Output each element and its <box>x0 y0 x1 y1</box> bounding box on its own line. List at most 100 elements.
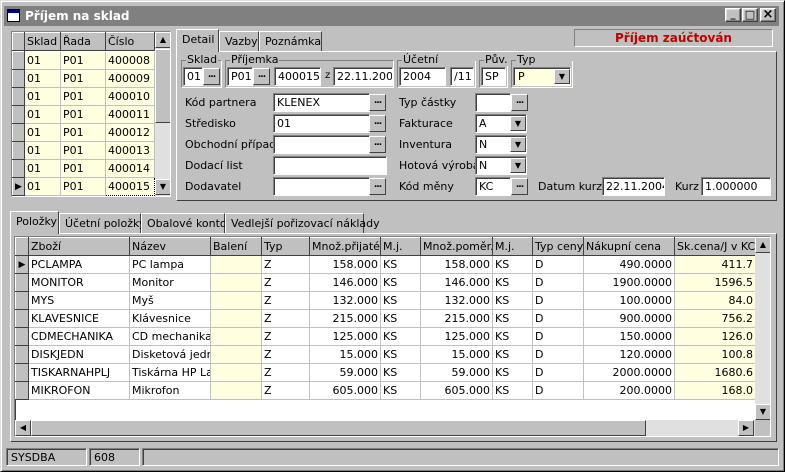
tab-ucetni-polozky-label: Účetní položky <box>65 217 146 230</box>
document-list-scrollbar[interactable]: ▲ ▼ <box>155 32 170 196</box>
stredisko-lookup-button[interactable]: ... <box>369 115 386 132</box>
row-indicator[interactable] <box>12 87 25 106</box>
col-header[interactable]: Typ ceny <box>532 237 584 256</box>
tab-detail[interactable]: Detail <box>176 29 219 52</box>
scroll-up-button[interactable]: ▲ <box>155 32 170 48</box>
row-indicator[interactable] <box>15 363 29 382</box>
col-header-sklad[interactable]: Sklad <box>24 32 61 51</box>
row-indicator[interactable] <box>12 105 25 124</box>
col-header-rada[interactable]: Řada <box>60 32 106 51</box>
list-item[interactable]: 01 P01 400008 <box>12 51 155 70</box>
inventura-dropdown-button[interactable]: ▼ <box>510 137 526 152</box>
datum-kurzu-field[interactable]: 22.11.2004 <box>602 177 665 196</box>
col-header[interactable]: Množ.poměr. <box>420 237 493 256</box>
obchodni-pripad-lookup-button[interactable]: ... <box>369 136 386 153</box>
stredisko-field[interactable]: 01 <box>273 114 370 133</box>
sklad-field[interactable]: 01 <box>183 67 203 86</box>
list-item[interactable]: 01 P01 400011 <box>12 105 155 124</box>
tab-poznamka[interactable]: Poznámka <box>259 31 322 52</box>
obchodni-pripad-field[interactable] <box>273 135 370 154</box>
sklad-lookup-button[interactable]: ... <box>203 68 220 85</box>
items-hscrollbar[interactable]: ◀ ▶ <box>15 420 755 436</box>
fakturace-dropdown-button[interactable]: ▼ <box>510 116 526 131</box>
kod-meny-lookup-button[interactable]: ... <box>511 178 528 195</box>
col-header[interactable]: Množ.přijaté <box>309 237 381 256</box>
close-button[interactable]: × <box>760 8 776 22</box>
row-indicator[interactable] <box>12 51 25 70</box>
row-indicator[interactable] <box>12 69 25 88</box>
table-row[interactable]: MONITOR Monitor Z 146.000 KS 146.000 KS D 1900.0… <box>15 273 756 292</box>
hotova-vyroba-dropdown-button[interactable]: ▼ <box>510 158 526 173</box>
list-item[interactable]: ▶ 01 P01 400015 <box>12 177 155 196</box>
tab-polozky[interactable]: Položky <box>10 211 59 234</box>
col-header-cislo[interactable]: Číslo <box>105 32 155 51</box>
typ-pohybu-dropdown-button[interactable]: ▼ <box>554 69 570 84</box>
table-row[interactable]: DISKJEDNDisketová jednoZ15.000KS15.000KS… <box>15 345 756 364</box>
tab-vedlejsi-naklady[interactable]: Vedlejší pořizovací náklady <box>225 213 380 234</box>
kod-partnera-lookup-button[interactable]: ... <box>369 94 386 111</box>
kurz-field[interactable]: 1.000000 <box>701 177 771 196</box>
scroll-down-button[interactable]: ▼ <box>155 179 170 195</box>
table-cell: KS <box>380 291 421 310</box>
list-item[interactable]: 01 P01 400009 <box>12 69 155 88</box>
list-item[interactable]: 01 P01 400012 <box>12 123 155 142</box>
col-header[interactable]: Nákupní cena <box>583 237 675 256</box>
prijemka-rada-lookup-button[interactable]: ... <box>253 68 270 85</box>
items-vscrollbar[interactable]: ▲ ▼ <box>755 237 770 420</box>
tab-obalove-konto[interactable]: Obalové konto <box>141 213 227 234</box>
row-indicator[interactable] <box>15 273 29 292</box>
row-indicator[interactable] <box>15 309 29 328</box>
dodavatel-lookup-button[interactable]: ... <box>369 178 386 195</box>
row-indicator[interactable] <box>15 327 29 346</box>
row-indicator[interactable] <box>15 291 29 310</box>
document-list[interactable]: Sklad Řada Číslo 01 P01 400008 01 P01 400009 01 P… <box>11 31 171 197</box>
table-row[interactable]: KLAVESNICE Klávesnice Z 215.000 KS 215.000 KS D… <box>15 309 756 328</box>
row-indicator[interactable]: ▶ <box>15 255 29 274</box>
dodavatel-field[interactable] <box>273 177 370 196</box>
prijemka-rada-field[interactable]: P01 <box>227 67 253 86</box>
scroll-thumb[interactable] <box>155 49 170 123</box>
kod-meny-field[interactable]: KC <box>475 177 511 196</box>
table-cell: 132.000 <box>309 291 381 310</box>
col-header[interactable]: Typ <box>261 237 310 256</box>
items-scroll-left-button[interactable]: ◀ <box>15 420 31 436</box>
row-indicator[interactable] <box>15 345 29 364</box>
dodaci-list-field[interactable] <box>273 156 387 175</box>
col-header[interactable]: Sk.cena/J v KC <box>674 237 756 256</box>
list-item[interactable]: 01 P01 400010 <box>12 87 155 106</box>
items-scroll-down-button[interactable]: ▼ <box>755 404 770 420</box>
col-header[interactable]: M.j. <box>380 237 421 256</box>
tab-ucetni-polozky[interactable]: Účetní položky <box>59 213 145 234</box>
title-bar[interactable]: Příjem na sklad _ □ × <box>4 6 779 26</box>
typ-castky-lookup-button[interactable]: ... <box>511 94 528 111</box>
row-indicator[interactable] <box>15 381 29 400</box>
table-row[interactable]: MYS Myš Z 132.000 KS 132.000 KS D 100.0000 84.0 <box>15 291 756 310</box>
obdobi-rok-field[interactable]: 2004 <box>399 67 446 86</box>
tab-vazby[interactable]: Vazby <box>219 31 259 52</box>
table-row[interactable]: ▶ PCLAMPA PC lampa Z 158.000 KS 158.000 KS D 490.… <box>15 255 756 274</box>
items-scroll-thumb[interactable] <box>31 420 646 436</box>
kod-partnera-field[interactable]: KLENEX <box>273 93 370 112</box>
typ-castky-field[interactable] <box>475 93 511 112</box>
row-indicator[interactable]: ▶ <box>12 177 25 196</box>
list-item[interactable]: 01 P01 400014 <box>12 159 155 178</box>
col-header[interactable]: Zboží <box>28 237 130 256</box>
row-indicator[interactable] <box>12 123 25 142</box>
prijemka-cislo-field[interactable]: 400015 <box>274 67 321 86</box>
minimize-button[interactable]: _ <box>725 8 741 22</box>
items-scroll-right-button[interactable]: ▶ <box>738 420 754 436</box>
table-row[interactable]: TISKARNAHPLJ Tiskárna HP Las Z 59.000 KS 59.0… <box>15 363 756 382</box>
table-row[interactable]: MIKROFON Mikrofon Z 605.000 KS 605.000 KS D 200.… <box>15 381 756 400</box>
row-indicator[interactable] <box>12 159 25 178</box>
list-item[interactable]: 01 P01 400013 <box>12 141 155 160</box>
items-scroll-up-button[interactable]: ▲ <box>755 237 770 253</box>
row-indicator[interactable] <box>12 141 25 160</box>
col-header[interactable]: Název <box>129 237 211 256</box>
table-row[interactable]: CDMECHANIKA CD mechanika Z 125.000 KS 125.000… <box>15 327 756 346</box>
col-header[interactable]: Balení <box>210 237 262 256</box>
prijemka-datum-field[interactable]: 22.11.2004 <box>333 67 393 86</box>
obdobi-mesic-field[interactable]: /11 <box>450 67 474 86</box>
maximize-button[interactable]: □ <box>742 8 758 22</box>
items-grid[interactable]: Zboží Název Balení Typ Množ.přijaté M.j. Množ.… <box>14 236 771 437</box>
col-header[interactable]: M.j. <box>492 237 533 256</box>
